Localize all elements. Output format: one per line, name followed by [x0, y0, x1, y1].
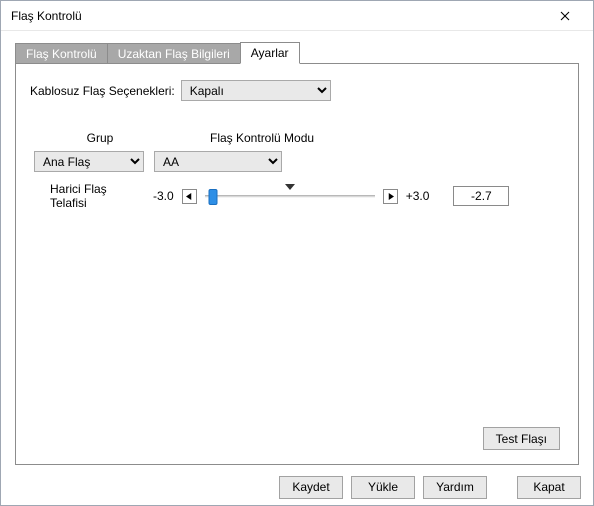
close-dialog-button[interactable]: Kapat	[517, 476, 581, 499]
close-button[interactable]	[545, 2, 585, 30]
compensation-min: -3.0	[153, 189, 174, 203]
save-button[interactable]: Kaydet	[279, 476, 343, 499]
tab-panel-settings: Kablosuz Flaş Seçenekleri: Kapalı Grup F…	[15, 63, 579, 465]
triangle-right-icon	[387, 193, 394, 200]
compensation-label: Harici Flaş Telafisi	[50, 182, 145, 210]
wireless-row: Kablosuz Flaş Seçenekleri: Kapalı	[30, 80, 564, 101]
tab-remote-flash-info[interactable]: Uzaktan Flaş Bilgileri	[107, 43, 241, 64]
header-group: Grup	[50, 131, 150, 145]
help-button[interactable]: Yardım	[423, 476, 487, 499]
decrement-button[interactable]	[182, 189, 197, 204]
compensation-value: -2.7	[453, 186, 509, 206]
tab-settings[interactable]: Ayarlar	[240, 42, 300, 64]
compensation-slider[interactable]	[205, 184, 375, 208]
group-select[interactable]: Ana Flaş	[34, 151, 144, 172]
titlebar: Flaş Kontrolü	[1, 1, 593, 31]
test-flash-button[interactable]: Test Flaşı	[483, 427, 560, 450]
load-button[interactable]: Yükle	[351, 476, 415, 499]
window-title: Flaş Kontrolü	[11, 9, 545, 23]
tab-bar: Flaş Kontrolü Uzaktan Flaş Bilgileri Aya…	[15, 41, 579, 63]
close-icon	[560, 11, 570, 21]
column-headers: Grup Flaş Kontrolü Modu	[50, 131, 564, 145]
content-area: Flaş Kontrolü Uzaktan Flaş Bilgileri Aya…	[1, 31, 593, 471]
dialog-footer: Kaydet Yükle Yardım Kapat	[1, 471, 593, 505]
wireless-select[interactable]: Kapalı	[181, 80, 331, 101]
dialog-window: Flaş Kontrolü Flaş Kontrolü Uzaktan Flaş…	[0, 0, 594, 506]
header-mode: Flaş Kontrolü Modu	[210, 131, 330, 145]
compensation-row: Harici Flaş Telafisi -3.0	[50, 182, 564, 210]
tab-flash-control[interactable]: Flaş Kontrolü	[15, 43, 108, 64]
group-mode-row: Ana Flaş AA	[34, 151, 564, 172]
slider-thumb[interactable]	[209, 189, 218, 205]
slider-center-tick	[285, 184, 295, 190]
slider-track	[205, 195, 375, 198]
test-row: Test Flaşı	[30, 427, 564, 454]
mode-select[interactable]: AA	[154, 151, 282, 172]
wireless-label: Kablosuz Flaş Seçenekleri:	[30, 84, 175, 98]
increment-button[interactable]	[383, 189, 398, 204]
triangle-left-icon	[186, 193, 193, 200]
compensation-max: +3.0	[406, 189, 430, 203]
